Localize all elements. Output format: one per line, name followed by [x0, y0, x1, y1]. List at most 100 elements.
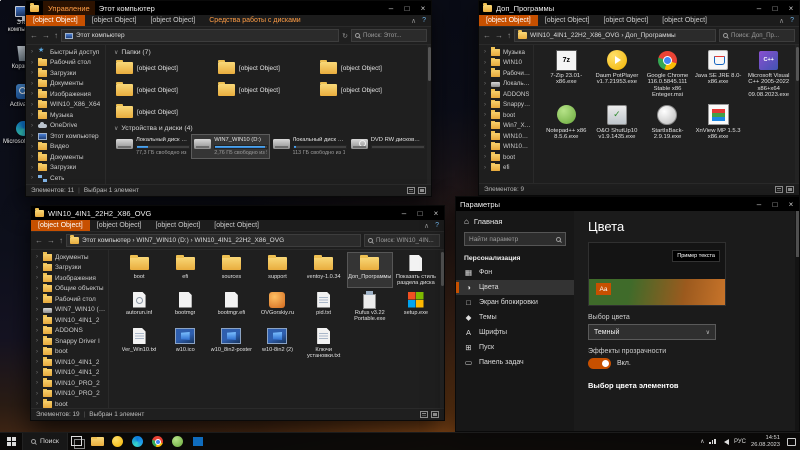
- menu-item[interactable]: [object Object]: [26, 15, 85, 26]
- nav-item[interactable]: › Изображения: [26, 89, 105, 100]
- file-item[interactable]: Rufus v3.22 Portable.exe: [348, 290, 392, 324]
- folder-tile[interactable]: [object Object]: [318, 81, 420, 99]
- ribbon-collapse-icon[interactable]: ∧: [411, 17, 416, 25]
- nav-item[interactable]: › Общие объекты: [31, 284, 108, 295]
- nav-item[interactable]: › WIN10_X86_X64: [26, 100, 105, 111]
- file-item[interactable]: ventoy-1.0.34: [302, 253, 346, 287]
- refresh-icon[interactable]: ↻: [342, 32, 348, 40]
- search-box[interactable]: Поиск: Этот...: [351, 29, 427, 42]
- color-mode-dropdown[interactable]: Темный ∨: [588, 324, 716, 340]
- nav-item[interactable]: › Изображения: [31, 273, 108, 284]
- file-item[interactable]: autorun.inf: [117, 290, 161, 324]
- folder-tile[interactable]: [object Object]: [216, 59, 318, 77]
- potplayer-icon[interactable]: [108, 433, 128, 450]
- drive-tile[interactable]: DVD RW дисковод (F:): [349, 135, 425, 158]
- settings-nav-item[interactable]: ▭ Панель задач: [456, 355, 574, 370]
- settings-nav-item[interactable]: ◑ Цвета: [456, 280, 574, 295]
- file-item[interactable]: setup.exe: [394, 290, 438, 324]
- maximize-button[interactable]: □: [399, 1, 415, 15]
- file-item[interactable]: efi: [163, 253, 207, 287]
- nav-item[interactable]: › Видео: [26, 142, 105, 153]
- forward-button[interactable]: →: [495, 31, 503, 40]
- nav-item[interactable]: › WIN10_4IN1_2: [31, 357, 108, 368]
- collapse-icon[interactable]: ∨: [114, 49, 118, 56]
- nav-item[interactable]: › Рабочий стол: [479, 68, 533, 79]
- large-icons-view-icon[interactable]: [786, 186, 794, 193]
- folder-tile[interactable]: [object Object]: [114, 59, 216, 77]
- start-button[interactable]: [0, 433, 22, 450]
- back-button[interactable]: ←: [483, 31, 491, 40]
- file-item[interactable]: Доп_Программы: [348, 253, 392, 287]
- nav-item[interactable]: › OneDrive: [26, 121, 105, 132]
- nav-item[interactable]: › WIN10_4IN1_2: [479, 131, 533, 142]
- large-icons-view-icon[interactable]: [418, 187, 426, 194]
- ribbon-collapse-icon[interactable]: ∧: [424, 222, 429, 230]
- close-button[interactable]: ×: [783, 197, 799, 211]
- details-view-icon[interactable]: [420, 411, 428, 418]
- file-item[interactable]: O&O ShutUp10 v1.9.1435.exe: [593, 104, 642, 141]
- nav-item[interactable]: › ADDONS: [479, 89, 533, 100]
- maximize-button[interactable]: □: [767, 197, 783, 211]
- scrollbar[interactable]: [427, 45, 431, 184]
- menu-item[interactable]: [object Object]: [31, 220, 90, 231]
- nav-item[interactable]: › Музыка: [479, 47, 533, 58]
- store-icon[interactable]: [188, 433, 208, 450]
- breadcrumb[interactable]: Этот компьютер: [61, 29, 339, 42]
- nav-item[interactable]: › WIN10_4IN1_2: [31, 315, 108, 326]
- taskbar-search[interactable]: Поиск: [22, 433, 68, 450]
- nav-item[interactable]: › WIN10_PRO_2: [31, 389, 108, 400]
- up-button[interactable]: ↑: [59, 236, 63, 245]
- titlebar[interactable]: WIN10_4IN1_22H2_X86_OVG – □ ×: [31, 206, 444, 220]
- folder-tile[interactable]: [object Object]: [114, 81, 216, 99]
- file-item[interactable]: pid.txt: [302, 290, 346, 324]
- scrollbar[interactable]: [795, 45, 799, 183]
- drive-tile[interactable]: WIN7_WIN10 (D:) 2,76 ГБ свободно из 56,3…: [192, 135, 268, 158]
- folder-tile[interactable]: [object Object]: [114, 103, 216, 121]
- breadcrumb[interactable]: Этот компьютер › WIN7_WIN10 (D:) › WIN10…: [66, 234, 361, 247]
- menu-item[interactable]: [object Object]: [90, 220, 149, 231]
- nav-item[interactable]: › Загрузки: [31, 263, 108, 274]
- collapse-icon[interactable]: ∨: [114, 125, 118, 132]
- nav-item[interactable]: › Быстрый доступ: [26, 47, 105, 58]
- file-item[interactable]: Google Chrome 116.0.5845.111 Stable x86 …: [643, 49, 692, 99]
- nav-item[interactable]: › WIN7_WIN10 (D:): [31, 305, 108, 316]
- forward-button[interactable]: →: [47, 236, 55, 245]
- folder-tile[interactable]: [object Object]: [216, 81, 318, 99]
- minimize-button[interactable]: –: [383, 1, 399, 15]
- nav-item[interactable]: › Сеть: [26, 173, 105, 184]
- clock[interactable]: 14:51 26.08.2023: [751, 435, 780, 448]
- titlebar[interactable]: Управление Этот компьютер – □ ×: [26, 1, 431, 15]
- edge-icon[interactable]: [128, 433, 148, 450]
- settings-nav-item[interactable]: □ Экран блокировки: [456, 295, 574, 310]
- menu-item[interactable]: [object Object]: [149, 220, 208, 231]
- menu-item[interactable]: [object Object]: [538, 15, 597, 26]
- file-item[interactable]: Daum PotPlayer v1.7.21953.exe: [593, 49, 642, 99]
- nav-item[interactable]: › Этот компьютер: [26, 131, 105, 142]
- file-item[interactable]: StartIsBack-2.9.19.exe: [643, 104, 692, 141]
- settings-search-input[interactable]: Найти параметр: [464, 232, 566, 246]
- file-explorer-icon[interactable]: [88, 433, 108, 450]
- nav-item[interactable]: › Документы: [26, 152, 105, 163]
- minimize-button[interactable]: –: [751, 197, 767, 211]
- details-view-icon[interactable]: [407, 187, 415, 194]
- network-icon[interactable]: [709, 439, 716, 445]
- nav-item[interactable]: › Локальный диск: [479, 79, 533, 90]
- large-icons-view-icon[interactable]: [431, 411, 439, 418]
- nav-item[interactable]: › boot: [479, 152, 533, 163]
- breadcrumb[interactable]: WIN10_4IN1_22H2_X86_OVG › Доп_Программы: [514, 29, 716, 42]
- up-button[interactable]: ↑: [54, 31, 58, 40]
- volume-icon[interactable]: [721, 439, 729, 445]
- nav-item[interactable]: › boot: [31, 399, 108, 408]
- menu-item[interactable]: [object Object]: [479, 15, 538, 26]
- file-item[interactable]: XnView MP 1.5.3 x86.exe: [694, 104, 743, 141]
- settings-nav-item[interactable]: ◆ Темы: [456, 310, 574, 325]
- help-icon[interactable]: ?: [790, 17, 794, 24]
- nav-item[interactable]: › Snappy Driver: [479, 100, 533, 111]
- ribbon-collapse-icon[interactable]: ∧: [779, 17, 784, 25]
- file-item[interactable]: Ver_Win10.txt: [117, 326, 161, 360]
- file-item[interactable]: support: [255, 253, 299, 287]
- titlebar[interactable]: Доп_Программы – □ ×: [479, 1, 799, 15]
- nav-item[interactable]: › WIN10_X86_X6: [479, 142, 533, 153]
- drive-tile[interactable]: Локальный диск (E:) 113 ГБ свободно из 1…: [271, 135, 347, 158]
- minimize-button[interactable]: –: [751, 1, 767, 15]
